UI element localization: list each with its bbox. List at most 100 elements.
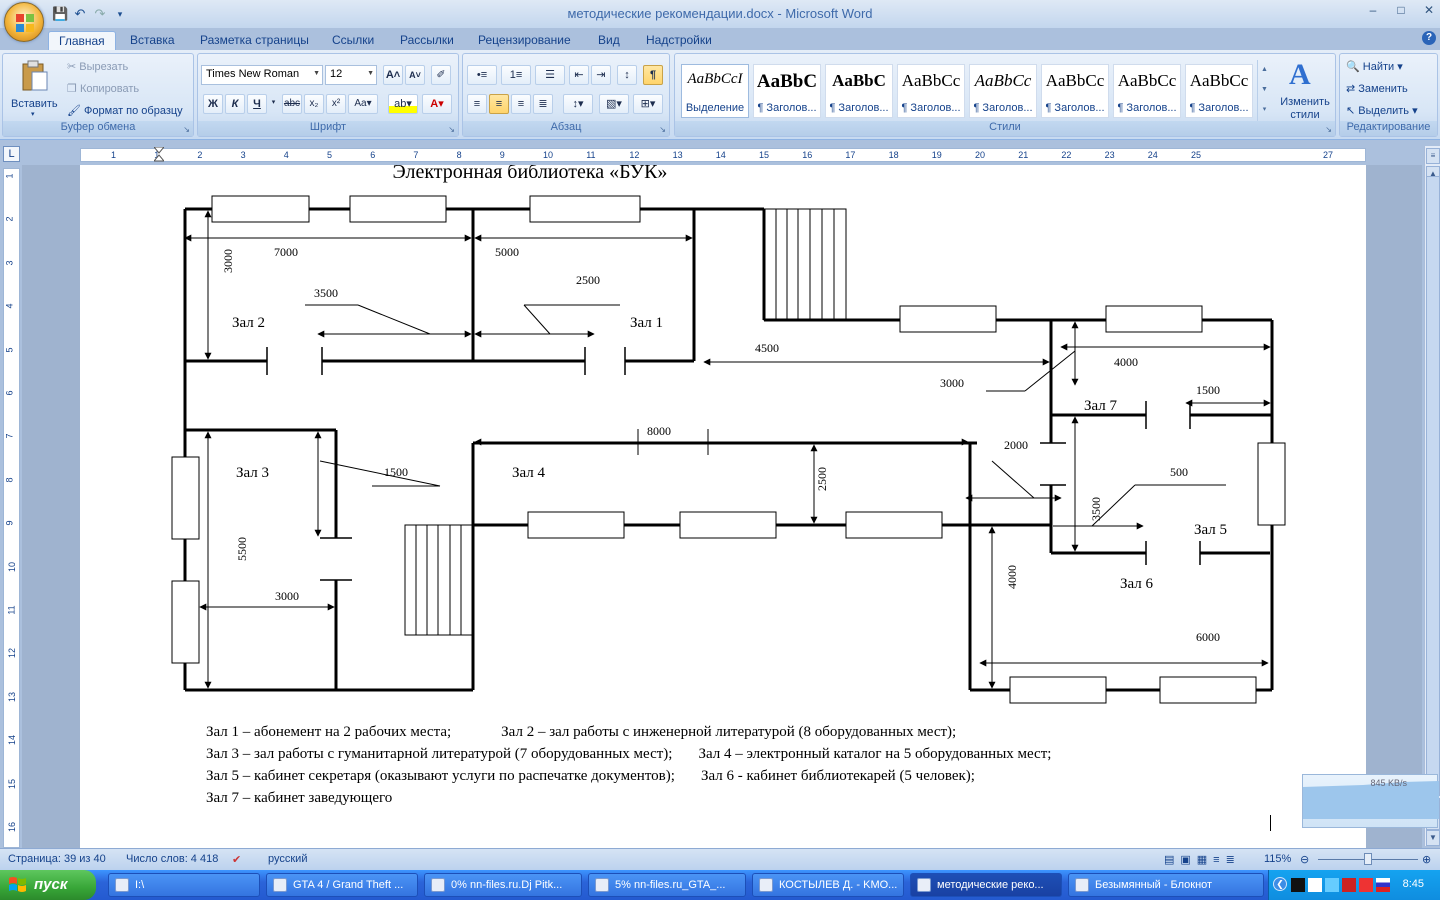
tab-review[interactable]: Рецензирование <box>468 31 581 50</box>
page-indicator[interactable]: Страница: 39 из 40 <box>8 853 106 865</box>
close-icon[interactable]: ✕ <box>1422 3 1436 17</box>
style-heading-5[interactable]: AaBbCс ¶ Заголов... <box>1041 64 1109 118</box>
decrease-indent-icon[interactable]: ⇤ <box>569 65 589 85</box>
start-button[interactable]: пуск <box>0 870 96 900</box>
clipboard-launcher-icon[interactable]: ↘ <box>183 125 190 134</box>
line-spacing-icon[interactable]: ↕▾ <box>563 94 593 114</box>
taskbar-item[interactable]: 0% nn-files.ru.Dj Pitk... <box>424 873 582 897</box>
zoom-thumb[interactable] <box>1364 853 1372 865</box>
tray-app-icon[interactable] <box>1359 878 1373 892</box>
tab-page-layout[interactable]: Разметка страницы <box>190 31 319 50</box>
style-heading-3[interactable]: AaBbCс ¶ Заголов... <box>897 64 965 118</box>
word-count[interactable]: Число слов: 4 418 <box>126 853 218 865</box>
sort-icon[interactable]: ↕ <box>617 65 637 85</box>
taskbar-item[interactable]: КОСТЫЛЕВ Д. - KMO... <box>752 873 904 897</box>
next-page-icon[interactable]: ▼ <box>1426 830 1440 846</box>
style-heading-2[interactable]: AaBbC ¶ Заголов... <box>825 64 893 118</box>
tray-app-icon[interactable] <box>1291 878 1305 892</box>
tray-app-icon[interactable] <box>1308 878 1322 892</box>
taskbar-item[interactable]: 5% nn-files.ru_GTA_... <box>588 873 746 897</box>
borders-icon[interactable]: ⊞▾ <box>633 94 663 114</box>
shrink-font-icon[interactable]: A˅ <box>405 65 425 85</box>
numbering-icon[interactable]: 1≡ <box>501 65 531 85</box>
network-icon[interactable] <box>1325 878 1339 892</box>
horizontal-ruler[interactable]: 1 1 2 3 4 5 6 7 8 9 10 11 12 13 14 15 16 17 18 19 20 21 22 23 24… <box>80 146 1366 163</box>
bullets-icon[interactable]: •≡ <box>467 65 497 85</box>
office-button[interactable] <box>4 2 44 42</box>
format-painter-button[interactable]: 🖌 Формат по образцу <box>67 104 183 117</box>
zoom-out-icon[interactable]: ⊖ <box>1300 853 1309 866</box>
language-flag-icon[interactable] <box>1376 878 1390 892</box>
paragraph-launcher-icon[interactable]: ↘ <box>659 125 666 134</box>
taskbar-item[interactable]: GTA 4 / Grand Theft ... <box>266 873 418 897</box>
taskbar-item[interactable]: I:\ <box>108 873 260 897</box>
multilevel-list-icon[interactable]: ☰ <box>535 65 565 85</box>
underline-dropdown-icon[interactable]: ▾ <box>269 94 278 114</box>
restore-icon[interactable]: □ <box>1394 3 1408 17</box>
style-heading-4[interactable]: AaBbCс ¶ Заголов... <box>969 64 1037 118</box>
justify-icon[interactable]: ≣ <box>533 94 553 114</box>
antivirus-icon[interactable] <box>1342 878 1356 892</box>
tab-selector-icon[interactable]: L <box>3 146 20 162</box>
minimize-icon[interactable]: – <box>1366 3 1380 17</box>
vertical-scrollbar[interactable]: ≡ ▲ ▼ ▲ ▼ <box>1424 146 1440 846</box>
copy-button[interactable]: ❐ Копировать <box>67 82 139 95</box>
font-color-icon[interactable]: A▾ <box>422 94 452 114</box>
styles-scroll[interactable]: ▲ ▼ ▾ <box>1257 60 1271 122</box>
vertical-ruler[interactable]: 1 2 3 4 5 6 7 8 9 10 11 12 13 14 15 16 <box>3 168 20 848</box>
chevron-down-icon[interactable]: ▼ <box>1258 80 1271 100</box>
document-page[interactable]: Электронная библиотека «БУК» Зал 2 Зал 1… <box>80 165 1366 848</box>
tab-view[interactable]: Вид <box>588 31 630 50</box>
split-icon[interactable]: ≡ <box>1426 148 1440 164</box>
style-heading-7[interactable]: AaBbCс ¶ Заголов... <box>1185 64 1253 118</box>
taskbar-item-active[interactable]: методические реко... <box>910 873 1062 897</box>
tray-expand-icon[interactable]: ❮ <box>1273 877 1287 891</box>
grow-font-icon[interactable]: A˄ <box>383 65 403 85</box>
language-indicator[interactable]: русский <box>268 853 307 865</box>
more-styles-icon[interactable]: ▾ <box>1258 100 1271 120</box>
select-button[interactable]: ↖ Выделить ▾ <box>1346 104 1418 117</box>
bold-icon[interactable]: Ж <box>203 94 223 114</box>
font-name-combo[interactable]: Times New Roman ▼ <box>201 65 323 85</box>
tab-mailings[interactable]: Рассылки <box>390 31 464 50</box>
style-emphasis[interactable]: AaBbCcI Выделение <box>681 64 749 118</box>
scroll-thumb[interactable] <box>1426 176 1440 796</box>
increase-indent-icon[interactable]: ⇥ <box>591 65 611 85</box>
strikethrough-icon[interactable]: abc <box>282 94 302 114</box>
tab-addins[interactable]: Надстройки <box>636 31 722 50</box>
paste-dropdown-icon[interactable]: ▾ <box>31 110 35 118</box>
indent-marker-icon[interactable] <box>152 146 166 163</box>
chevron-up-icon[interactable]: ▲ <box>1258 60 1271 80</box>
italic-icon[interactable]: К <box>225 94 245 114</box>
view-buttons[interactable]: ▤▣▦≡≣ <box>1164 853 1241 866</box>
subscript-icon[interactable]: x₂ <box>304 94 324 114</box>
tab-references[interactable]: Ссылки <box>322 31 384 50</box>
find-button[interactable]: 🔍 Найти ▾ <box>1346 60 1403 73</box>
proofing-icon[interactable]: ✔ <box>232 853 241 866</box>
show-marks-icon[interactable]: ¶ <box>643 65 663 85</box>
align-left-icon[interactable]: ≡ <box>467 94 487 114</box>
zoom-level[interactable]: 115% <box>1264 853 1291 865</box>
taskbar-item[interactable]: Безымянный - Блокнот <box>1068 873 1264 897</box>
superscript-icon[interactable]: x² <box>326 94 346 114</box>
style-heading-1[interactable]: AaBbC ¶ Заголов... <box>753 64 821 118</box>
font-launcher-icon[interactable]: ↘ <box>448 125 455 134</box>
shading-icon[interactable]: ▧▾ <box>599 94 629 114</box>
highlight-icon[interactable]: ab▾ <box>388 94 418 114</box>
align-right-icon[interactable]: ≡ <box>511 94 531 114</box>
clear-format-icon[interactable]: ✐ <box>431 65 451 85</box>
help-icon[interactable]: ? <box>1422 31 1436 45</box>
align-center-icon[interactable]: ≡ <box>489 94 509 114</box>
underline-icon[interactable]: Ч <box>247 94 267 114</box>
change-case-icon[interactable]: Aa▾ <box>348 94 378 114</box>
change-styles-button[interactable]: A Изменить стили <box>1275 58 1335 122</box>
replace-button[interactable]: ⇄ Заменить <box>1346 82 1408 95</box>
font-size-combo[interactable]: 12 ▼ <box>325 65 377 85</box>
tab-home[interactable]: Главная <box>48 31 116 50</box>
zoom-in-icon[interactable]: ⊕ <box>1422 853 1431 866</box>
style-heading-6[interactable]: AaBbCс ¶ Заголов... <box>1113 64 1181 118</box>
paste-button[interactable]: Вставить ▾ <box>7 58 63 120</box>
tab-insert[interactable]: Вставка <box>120 31 185 50</box>
cut-button[interactable]: ✂ Вырезать <box>67 60 128 73</box>
styles-launcher-icon[interactable]: ↘ <box>1325 125 1332 134</box>
